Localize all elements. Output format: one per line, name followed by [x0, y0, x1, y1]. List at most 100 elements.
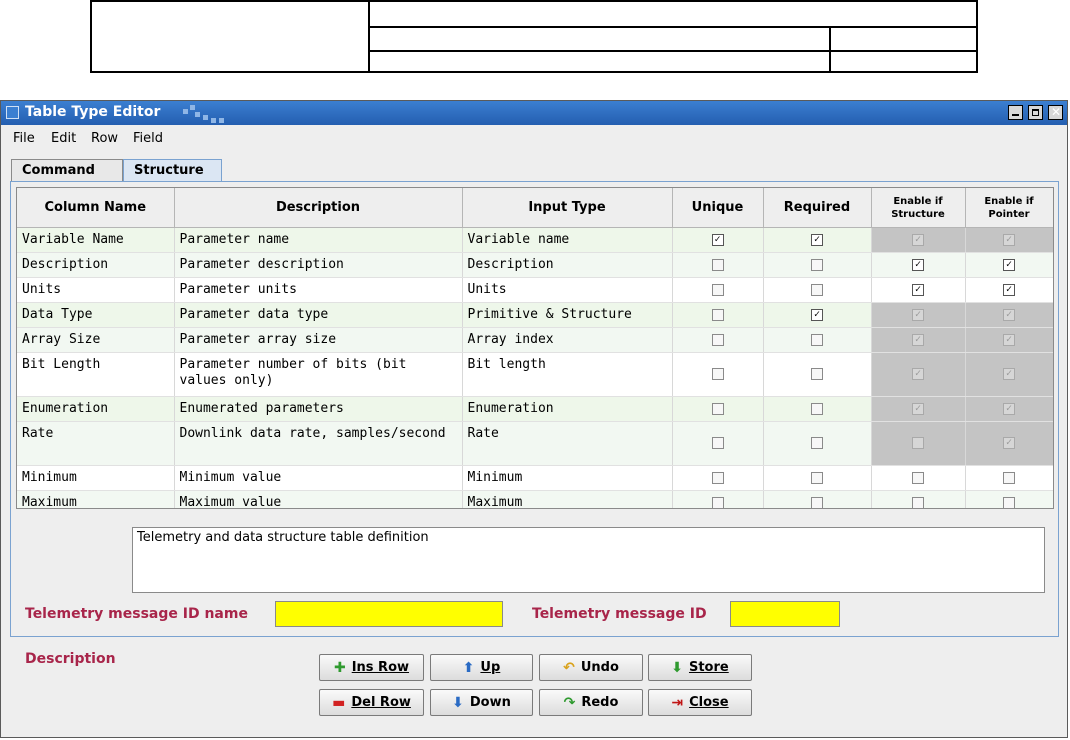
cell-enable-structure[interactable]: ✓	[871, 252, 966, 278]
enable-pointer-checkbox[interactable]	[1003, 471, 1015, 484]
cell-input-type[interactable]: Rate	[462, 421, 673, 466]
cell-enable-structure[interactable]	[871, 465, 966, 491]
unique-checkbox[interactable]: ✓	[711, 233, 724, 246]
cell-column-name[interactable]: Enumeration	[17, 396, 175, 422]
required-checkbox[interactable]	[811, 368, 823, 380]
cell-column-name[interactable]: Units	[17, 277, 175, 303]
required-checkbox[interactable]	[811, 402, 823, 415]
enable-pointer-checkbox[interactable]	[1003, 496, 1015, 508]
cell-unique[interactable]	[672, 465, 764, 491]
cell-column-name[interactable]: Bit Length	[17, 352, 175, 397]
cell-unique[interactable]	[672, 421, 764, 466]
enable-structure-checkbox[interactable]	[912, 471, 924, 484]
required-checkbox[interactable]	[811, 333, 823, 346]
title-bar[interactable]: Table Type Editor ✕	[1, 101, 1067, 125]
cell-column-name[interactable]: Data Type	[17, 302, 175, 328]
cell-description[interactable]: Parameter number of bits (bit values onl…	[174, 352, 463, 397]
cell-enable-pointer[interactable]: ✓	[965, 396, 1053, 422]
column-header-unique[interactable]: Unique	[672, 188, 764, 228]
menu-edit[interactable]: Edit	[51, 131, 76, 146]
enable-structure-checkbox[interactable]	[912, 496, 924, 508]
cell-input-type[interactable]: Minimum	[462, 465, 673, 491]
cell-enable-structure[interactable]: ✓	[871, 227, 966, 253]
column-header-input-type[interactable]: Input Type	[462, 188, 673, 228]
unique-checkbox[interactable]	[711, 437, 724, 449]
cell-enable-pointer[interactable]: ✓	[965, 421, 1053, 466]
cell-unique[interactable]	[672, 252, 764, 278]
table-row[interactable]: Minimum Minimum value Minimum	[17, 465, 1053, 491]
telemetry-id-input[interactable]	[730, 601, 840, 627]
down-button[interactable]: ⬇ Down	[430, 689, 533, 716]
table-row[interactable]: Maximum Maximum value Maximum	[17, 490, 1053, 508]
cell-required[interactable]	[763, 352, 872, 397]
column-header-enable-pointer[interactable]: Enable if Pointer	[965, 188, 1053, 228]
maximize-button[interactable]	[1027, 105, 1043, 120]
cell-input-type[interactable]: Bit length	[462, 352, 673, 397]
cell-enable-pointer[interactable]: ✓	[965, 352, 1053, 397]
table-row[interactable]: Enumeration Enumerated parameters Enumerat…	[17, 396, 1053, 422]
cell-enable-pointer[interactable]: ✓	[965, 327, 1053, 353]
cell-input-type[interactable]: Maximum	[462, 490, 673, 508]
cell-enable-structure[interactable]	[871, 421, 966, 466]
cell-enable-pointer[interactable]: ✓	[965, 302, 1053, 328]
cell-column-name[interactable]: Maximum	[17, 490, 175, 508]
cell-column-name[interactable]: Variable Name	[17, 227, 175, 253]
cell-description[interactable]: Parameter description	[174, 252, 463, 278]
unique-checkbox[interactable]	[711, 283, 724, 296]
required-checkbox[interactable]: ✓	[811, 308, 823, 321]
cell-required[interactable]: ✓	[763, 302, 872, 328]
cell-input-type[interactable]: Description	[462, 252, 673, 278]
tab-command[interactable]: Command	[11, 159, 123, 181]
unique-checkbox[interactable]	[711, 471, 724, 484]
menu-row[interactable]: Row	[91, 131, 118, 146]
required-checkbox[interactable]: ✓	[811, 233, 823, 246]
cell-column-name[interactable]: Array Size	[17, 327, 175, 353]
column-header-enable-structure[interactable]: Enable if Structure	[871, 188, 966, 228]
cell-column-name[interactable]: Rate	[17, 421, 175, 466]
cell-required[interactable]	[763, 490, 872, 508]
del-row-button[interactable]: ▬ Del Row	[319, 689, 424, 716]
cell-column-name[interactable]: Minimum	[17, 465, 175, 491]
cell-enable-structure[interactable]: ✓	[871, 327, 966, 353]
column-header-required[interactable]: Required	[763, 188, 872, 228]
unique-checkbox[interactable]	[711, 258, 724, 271]
cell-required[interactable]	[763, 421, 872, 466]
cell-description[interactable]: Minimum value	[174, 465, 463, 491]
cell-input-type[interactable]: Enumeration	[462, 396, 673, 422]
cell-enable-pointer[interactable]: ✓	[965, 277, 1053, 303]
cell-input-type[interactable]: Primitive & Structure	[462, 302, 673, 328]
enable-structure-checkbox[interactable]: ✓	[912, 283, 924, 296]
table-row[interactable]: Rate Downlink data rate, samples/second Ra…	[17, 421, 1053, 466]
cell-description[interactable]: Downlink data rate, samples/second	[174, 421, 463, 466]
table-row[interactable]: Variable Name Parameter name Variable name…	[17, 227, 1053, 253]
cell-unique[interactable]	[672, 277, 764, 303]
unique-checkbox[interactable]	[711, 308, 724, 321]
unique-checkbox[interactable]	[711, 368, 724, 380]
telemetry-name-input[interactable]	[275, 601, 503, 627]
cell-enable-structure[interactable]: ✓	[871, 396, 966, 422]
cell-required[interactable]	[763, 465, 872, 491]
cell-unique[interactable]	[672, 396, 764, 422]
cell-required[interactable]	[763, 277, 872, 303]
table-row[interactable]: Units Parameter units Units ✓ ✓	[17, 277, 1053, 303]
enable-pointer-checkbox[interactable]: ✓	[1003, 258, 1015, 271]
cell-enable-structure[interactable]: ✓	[871, 302, 966, 328]
required-checkbox[interactable]	[811, 471, 823, 484]
cell-description[interactable]: Parameter name	[174, 227, 463, 253]
tab-structure[interactable]: Structure	[123, 159, 222, 181]
up-button[interactable]: ⬆ Up	[430, 654, 533, 681]
cell-enable-structure[interactable]	[871, 490, 966, 508]
cell-required[interactable]	[763, 252, 872, 278]
unique-checkbox[interactable]	[711, 333, 724, 346]
description-textarea[interactable]: Telemetry and data structure table defin…	[132, 527, 1045, 593]
table-row[interactable]: Bit Length Parameter number of bits (bit …	[17, 352, 1053, 397]
store-button[interactable]: ⬇ Store	[648, 654, 752, 681]
cell-input-type[interactable]: Array index	[462, 327, 673, 353]
cell-enable-pointer[interactable]: ✓	[965, 227, 1053, 253]
cell-unique[interactable]: ✓	[672, 227, 764, 253]
cell-input-type[interactable]: Variable name	[462, 227, 673, 253]
close-window-button[interactable]: ✕	[1048, 105, 1063, 120]
table-row[interactable]: Data Type Parameter data type Primitive & …	[17, 302, 1053, 328]
cell-unique[interactable]	[672, 302, 764, 328]
required-checkbox[interactable]	[811, 437, 823, 449]
